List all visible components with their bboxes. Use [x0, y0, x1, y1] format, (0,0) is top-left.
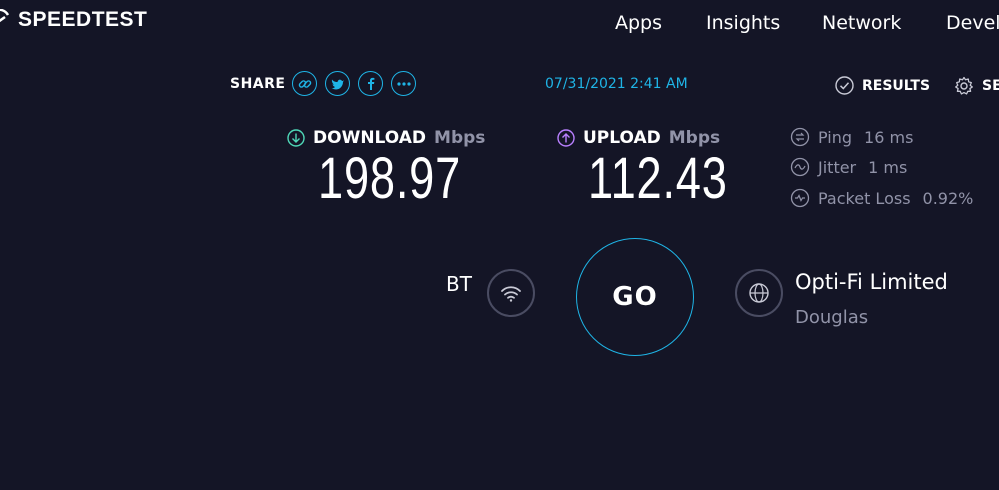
link-icon[interactable]: [292, 71, 317, 96]
jitter-value: 1 ms: [868, 157, 908, 177]
jitter-stat: Jitter 1 ms: [790, 157, 907, 177]
packet-loss-value: 0.92%: [922, 188, 974, 208]
go-button[interactable]: GO: [576, 238, 694, 356]
upload-arrow-icon: [557, 129, 575, 147]
results-label: RESULTS: [862, 77, 931, 94]
ping-icon: [790, 127, 810, 147]
facebook-icon[interactable]: [358, 71, 383, 96]
packet-loss-label: Packet Loss: [818, 188, 911, 208]
nav-insights[interactable]: Insights: [706, 12, 780, 34]
download-arrow-icon: [287, 129, 305, 147]
server-button[interactable]: [735, 269, 783, 317]
gear-icon: [955, 76, 973, 95]
speedtest-page: SPEEDTEST Apps Insights Network Devel SH…: [0, 0, 999, 490]
server-location: Douglas: [795, 307, 869, 328]
ping-value: 16 ms: [864, 127, 914, 147]
ping-stat: Ping 16 ms: [790, 127, 913, 147]
packet-loss-stat: Packet Loss 0.92%: [790, 188, 973, 208]
wifi-icon: [501, 286, 521, 302]
go-label: GO: [612, 282, 658, 312]
settings-label: SE: [982, 78, 999, 94]
server-name[interactable]: Opti-Fi Limited: [795, 270, 948, 294]
packet-loss-icon: [790, 188, 810, 208]
nav-network[interactable]: Network: [822, 12, 901, 34]
more-icon[interactable]: [391, 71, 416, 96]
jitter-icon: [790, 157, 810, 177]
test-timestamp[interactable]: 07/31/2021 2:41 AM: [545, 76, 688, 92]
speedtest-logo[interactable]: SPEEDTEST: [0, 8, 147, 32]
isp-name: BT: [446, 272, 472, 296]
nav-developers[interactable]: Devel: [946, 12, 999, 34]
globe-icon: [749, 283, 769, 303]
results-button[interactable]: RESULTS: [835, 76, 930, 95]
twitter-icon[interactable]: [325, 71, 350, 96]
nav-apps[interactable]: Apps: [615, 12, 662, 34]
check-circle-icon: [835, 76, 854, 95]
gauge-icon: [0, 9, 10, 23]
download-value: 198.97: [318, 146, 462, 211]
share-label: SHARE: [230, 76, 286, 92]
upload-value: 112.43: [588, 146, 728, 211]
logo-text: SPEEDTEST: [18, 8, 148, 31]
settings-button[interactable]: SE: [954, 76, 999, 96]
ping-label: Ping: [818, 127, 853, 147]
wifi-button[interactable]: [487, 269, 535, 317]
jitter-label: Jitter: [818, 157, 857, 177]
